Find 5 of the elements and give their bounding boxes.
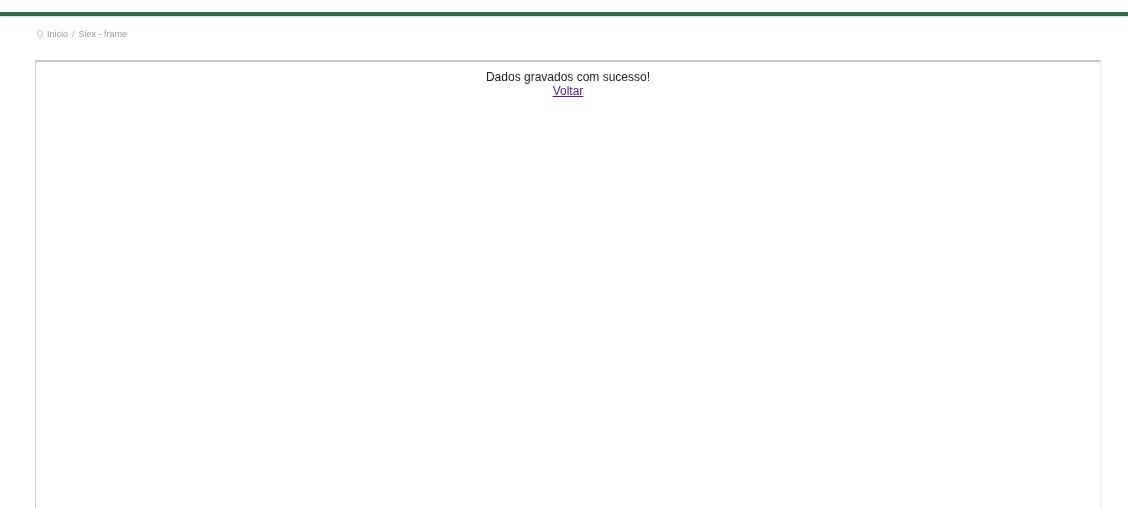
- success-message: Dados gravados com sucesso!: [485, 70, 651, 84]
- back-link[interactable]: Voltar: [552, 84, 584, 98]
- breadcrumb-separator: /: [72, 29, 75, 39]
- breadcrumb-item: Siex - frame: [78, 29, 128, 39]
- location-pin-icon: [37, 29, 43, 39]
